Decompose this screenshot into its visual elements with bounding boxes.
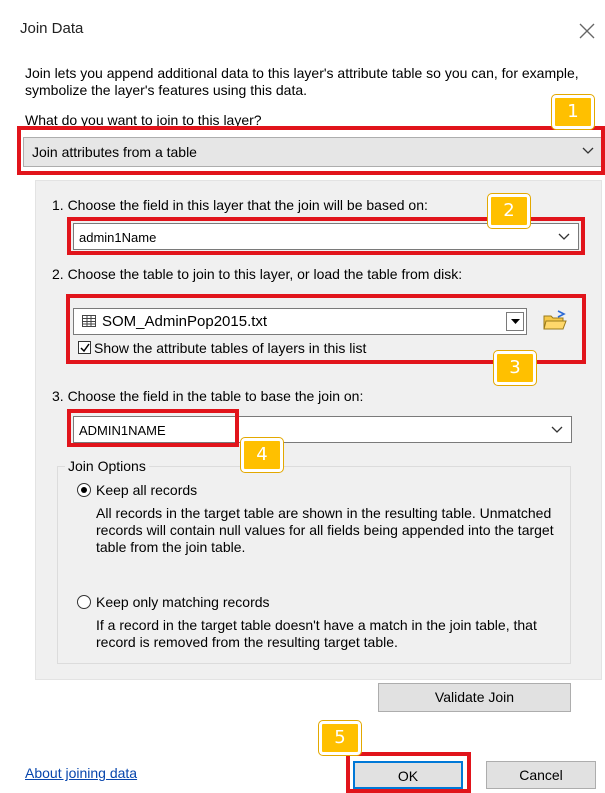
highlight-box-5 <box>346 752 471 793</box>
keep-all-label: Keep all records <box>96 482 198 498</box>
step2-label: 2. Choose the table to join to this laye… <box>52 266 463 282</box>
step3-label: 3. Choose the field in the table to base… <box>52 388 364 404</box>
chevron-down-icon <box>551 426 563 433</box>
close-icon[interactable] <box>576 20 598 42</box>
radio-selected-dot <box>81 487 87 493</box>
highlight-box-4 <box>67 409 239 447</box>
cancel-button[interactable]: Cancel <box>486 761 596 789</box>
dialog-description: Join lets you append additional data to … <box>25 65 579 98</box>
keep-matching-description: If a record in the target table doesn't … <box>96 617 537 650</box>
callout-badge-1: 1 <box>552 95 594 129</box>
keep-matching-radio[interactable] <box>77 595 91 609</box>
about-joining-link[interactable]: About joining data <box>25 765 137 781</box>
callout-badge-4: 4 <box>241 438 283 472</box>
dialog-title: Join Data <box>20 20 84 37</box>
callout-badge-2: 2 <box>488 194 530 228</box>
step1-label: 1. Choose the field in this layer that t… <box>52 197 428 213</box>
callout-badge-3: 3 <box>494 351 536 385</box>
keep-all-description: All records in the target table are show… <box>96 505 554 555</box>
join-options-legend: Join Options <box>65 458 149 474</box>
title-bar: Join Data <box>0 0 605 60</box>
highlight-box-1 <box>17 126 605 175</box>
keep-all-radio[interactable] <box>77 483 91 497</box>
keep-matching-label: Keep only matching records <box>96 594 270 610</box>
validate-join-button[interactable]: Validate Join <box>378 683 571 712</box>
callout-badge-5: 5 <box>319 721 361 755</box>
